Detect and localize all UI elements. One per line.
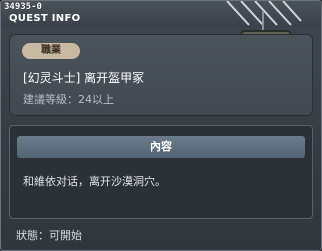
content-text: 和維依对话，离开沙漠洞穴。 bbox=[23, 175, 166, 188]
recommended-level: 建議等級：24以上 bbox=[23, 93, 114, 106]
job-requirement: [幻灵斗士] 离开盔甲冢 bbox=[23, 71, 145, 85]
window-title: QUEST INFO bbox=[9, 13, 81, 24]
quest-status: 狀態：可開始 bbox=[16, 229, 82, 242]
content-panel: 內容 和維依对话，离开沙漠洞穴。 bbox=[9, 125, 313, 219]
content-header: 內容 bbox=[17, 136, 305, 158]
job-panel: 職業 [幻灵斗士] 离开盔甲冢 建議等級：24以上 bbox=[9, 34, 313, 116]
job-badge: 職業 bbox=[22, 43, 80, 59]
quest-id: 34935-0 bbox=[4, 2, 42, 12]
quest-info-window: 34935-0 QUEST INFO 職業 [幻灵斗士] 离开盔甲冢 建議等級：… bbox=[0, 0, 322, 251]
